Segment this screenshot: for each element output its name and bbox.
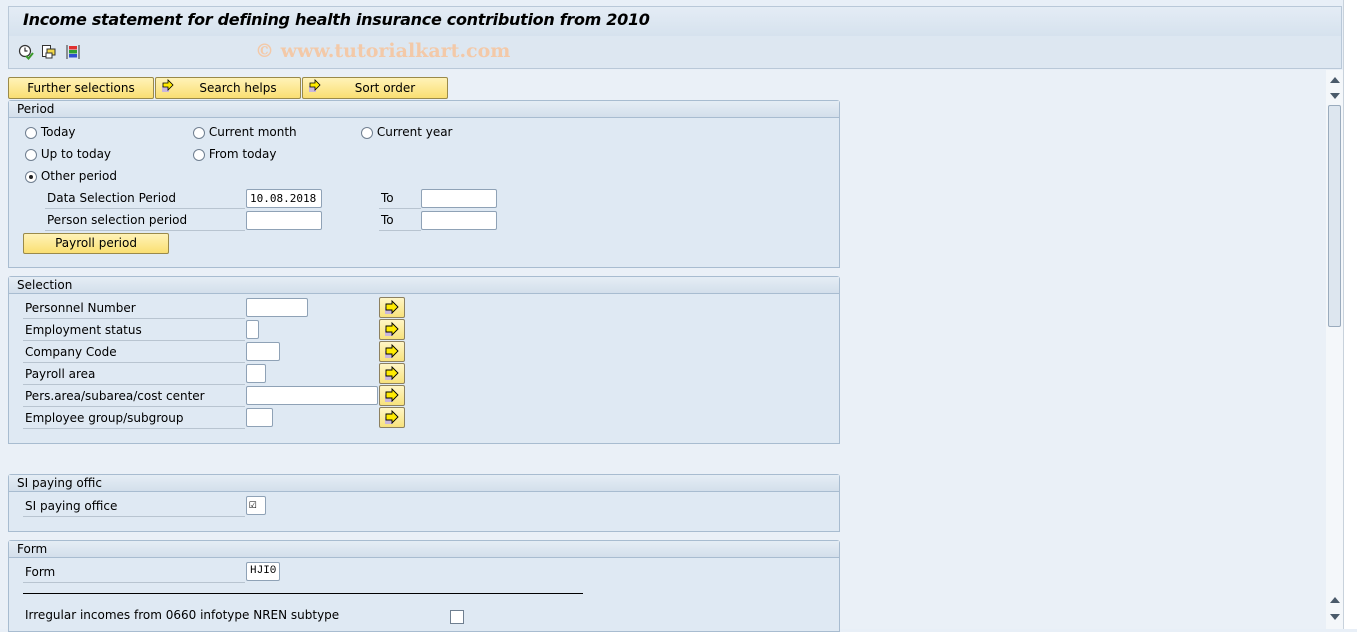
person-selection-period-label: Person selection period — [45, 211, 245, 231]
form-label: Form — [23, 563, 245, 583]
separator-line — [23, 593, 583, 594]
further-selections-button[interactable]: Further selections — [8, 77, 154, 99]
radio-today-label: Today — [40, 125, 76, 139]
radio-current-month-label: Current month — [208, 125, 297, 139]
radio-from-today-label: From today — [208, 147, 277, 161]
form-input[interactable]: HJI0 — [246, 562, 280, 581]
personnel-number-input[interactable] — [246, 298, 308, 317]
period-group: Period Today Current month Current year … — [8, 100, 840, 268]
further-selections-label: Further selections — [27, 81, 135, 95]
employee-group-multiple-selection-button[interactable] — [379, 407, 405, 428]
data-selection-to-label: To — [379, 189, 421, 209]
sort-order-button[interactable]: Sort order — [302, 77, 448, 99]
si-paying-office-group: SI paying offic SI paying office ☑ — [8, 474, 840, 532]
employment-status-label: Employment status — [23, 321, 245, 341]
pers-area-multiple-selection-button[interactable] — [379, 385, 405, 406]
employment-status-input[interactable] — [246, 320, 259, 339]
period-group-title: Period — [9, 101, 839, 118]
si-paying-office-group-title: SI paying offic — [9, 475, 839, 492]
employment-status-multiple-selection-button[interactable] — [379, 319, 405, 340]
search-helps-button[interactable]: Search helps — [155, 77, 301, 99]
si-paying-office-checkbox[interactable]: ☑ — [246, 496, 266, 515]
title-bar: Income statement for defining health ins… — [8, 6, 1342, 36]
variants-icon[interactable] — [40, 43, 58, 61]
radio-current-month[interactable]: Current month — [193, 125, 297, 139]
employee-group-input[interactable] — [246, 408, 273, 427]
search-helps-label: Search helps — [199, 81, 277, 95]
page-title: Income statement for defining health ins… — [23, 10, 650, 29]
scroll-down-bottom-icon[interactable] — [1326, 609, 1343, 625]
selection-group: Selection Personnel Number Employment st… — [8, 276, 840, 444]
company-code-input[interactable] — [246, 342, 280, 361]
employee-group-label: Employee group/subgroup — [23, 409, 245, 429]
payroll-area-input[interactable] — [246, 364, 266, 383]
data-selection-to-input[interactable] — [421, 189, 497, 208]
execute-clock-icon[interactable] — [17, 43, 35, 61]
si-paying-office-label: SI paying office — [23, 497, 245, 517]
arrow-right-icon — [308, 79, 322, 99]
radio-today[interactable]: Today — [25, 125, 76, 139]
radio-current-year-label: Current year — [376, 125, 453, 139]
radio-other-period-label: Other period — [40, 169, 117, 183]
scroll-up-icon[interactable] — [1326, 72, 1343, 88]
watermark: © www.tutorialkart.com — [255, 40, 511, 62]
pers-area-label: Pers.area/subarea/cost center — [23, 387, 245, 407]
radio-from-today[interactable]: From today — [193, 147, 277, 161]
vertical-scrollbar[interactable] — [1326, 70, 1343, 629]
pers-area-input[interactable] — [246, 386, 378, 405]
selection-screen: Further selections Search helps Sort ord… — [0, 70, 1326, 632]
person-selection-to-input[interactable] — [421, 211, 497, 230]
application-toolbar: © www.tutorialkart.com — [8, 36, 1342, 69]
company-code-label: Company Code — [23, 343, 245, 363]
payroll-area-multiple-selection-button[interactable] — [379, 363, 405, 384]
person-selection-from-input[interactable] — [246, 211, 322, 230]
selection-options-icon[interactable] — [64, 43, 82, 61]
arrow-right-icon — [161, 79, 175, 99]
form-group: Form Form HJI0 Irregular incomes from 06… — [8, 540, 840, 632]
personnel-number-label: Personnel Number — [23, 299, 245, 319]
radio-up-to-today[interactable]: Up to today — [25, 147, 111, 161]
company-code-multiple-selection-button[interactable] — [379, 341, 405, 362]
irregular-incomes-checkbox[interactable] — [450, 610, 464, 624]
irregular-incomes-label: Irregular incomes from 0660 infotype NRE… — [25, 608, 340, 622]
payroll-period-button[interactable]: Payroll period — [23, 233, 169, 254]
payroll-area-label: Payroll area — [23, 365, 245, 385]
radio-up-to-today-label: Up to today — [40, 147, 112, 161]
scroll-up-bottom-icon[interactable] — [1326, 592, 1343, 608]
personnel-number-multiple-selection-button[interactable] — [379, 297, 405, 318]
selection-group-title: Selection — [9, 277, 839, 294]
scrollbar-thumb[interactable] — [1328, 105, 1341, 327]
radio-other-period[interactable]: Other period — [25, 169, 117, 183]
radio-current-year[interactable]: Current year — [361, 125, 452, 139]
window-edge — [1343, 0, 1357, 629]
person-selection-to-label: To — [379, 211, 421, 231]
scroll-down-icon[interactable] — [1326, 88, 1343, 104]
data-selection-period-label: Data Selection Period — [45, 189, 245, 209]
form-group-title: Form — [9, 541, 839, 558]
data-selection-from-input[interactable]: 10.08.2018 — [246, 189, 322, 208]
sort-order-label: Sort order — [354, 81, 416, 95]
